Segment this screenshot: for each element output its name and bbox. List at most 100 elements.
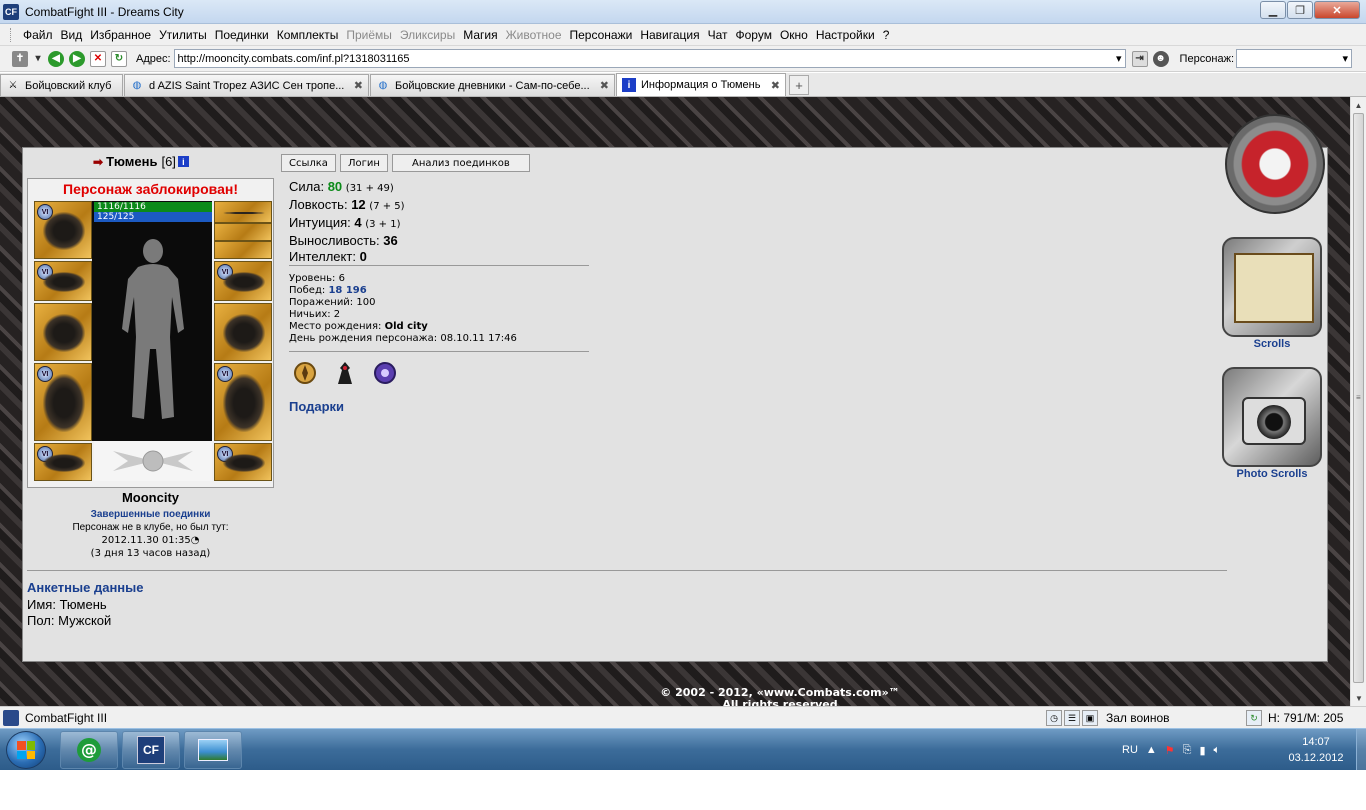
menu-window[interactable]: Окно <box>776 28 812 42</box>
address-url: http://mooncity.combats.com/inf.pl?13180… <box>177 52 410 65</box>
close-button[interactable]: ✕ <box>1314 1 1360 19</box>
gloves-slot[interactable]: VI <box>214 261 272 301</box>
menu-chat[interactable]: Чат <box>704 28 732 42</box>
info-icon[interactable]: i <box>177 156 189 167</box>
divider <box>289 351 589 352</box>
persona-label: Персонаж: <box>1179 52 1235 65</box>
weapon-slot[interactable] <box>34 303 92 361</box>
tray-expand-icon[interactable]: ▲ <box>1146 744 1157 756</box>
globe-icon: ◍ <box>378 80 388 91</box>
pin-icon[interactable]: ✝ <box>12 50 28 67</box>
menu-settings[interactable]: Настройки <box>812 28 879 42</box>
stop-icon[interactable]: ✕ <box>90 50 106 67</box>
clock[interactable]: 14:07 03.12.2012 <box>1276 734 1356 766</box>
scroll-up-icon[interactable]: ▲ <box>1351 97 1366 113</box>
armor-slot[interactable]: VI <box>34 363 92 441</box>
flag-icon[interactable]: ⚑ <box>1165 744 1175 757</box>
arrow-right-icon[interactable]: ➡ <box>93 155 103 169</box>
refresh-status-icon[interactable]: ↻ <box>1246 710 1262 726</box>
login-button[interactable]: Логин <box>339 154 388 172</box>
amulet-slot[interactable] <box>214 223 272 241</box>
taskbar-image-viewer[interactable] <box>184 731 242 769</box>
tab-close-icon[interactable]: ✖ <box>771 79 780 92</box>
mp-bar: 125/125 <box>94 212 212 222</box>
menu-magic[interactable]: Магия <box>459 28 501 42</box>
belt-slot[interactable]: VI <box>34 443 92 481</box>
menu-animal[interactable]: Животное <box>502 28 566 42</box>
usb-icon[interactable]: ⎘ <box>1183 744 1192 757</box>
menu-favorites[interactable]: Избранное <box>86 28 155 42</box>
earrings-slot[interactable] <box>214 201 272 223</box>
menu-help[interactable]: ? <box>879 28 894 42</box>
toolbar-grip[interactable] <box>10 27 13 42</box>
profile-label: Имя: <box>27 597 56 612</box>
menu-utilities[interactable]: Утилиты <box>155 28 211 42</box>
helmet-slot[interactable]: VI <box>34 201 92 259</box>
legs-item-icon <box>223 374 265 432</box>
dropdown-arrow-icon[interactable]: ▾ <box>33 51 43 67</box>
minimize-button[interactable]: ▁ <box>1260 1 1286 19</box>
tab-close-icon[interactable]: ✖ <box>354 79 363 92</box>
tab-diaries[interactable]: ◍ Бойцовские дневники - Сам-по-себе... ✖ <box>370 74 615 96</box>
vertical-scrollbar[interactable]: ▲ ≡ ▼ <box>1350 97 1366 706</box>
gifts-link[interactable]: Подарки <box>289 399 344 414</box>
new-tab-button[interactable]: + <box>789 75 809 95</box>
bracers-slot[interactable]: VI <box>34 261 92 301</box>
menu-sets[interactable]: Комплекты <box>273 28 343 42</box>
screen-status-icon[interactable]: ▣ <box>1082 710 1098 726</box>
tab-azis[interactable]: ◍ d AZIS Saint Tropez АЗИС Сен тропе... … <box>124 74 369 96</box>
menu-characters[interactable]: Персонажи <box>566 28 637 42</box>
tab-info[interactable]: i Информация о Тюмень ✖ <box>616 73 786 96</box>
gloves-item-icon <box>223 272 265 292</box>
shield-slot[interactable] <box>214 303 272 361</box>
fight-analysis-button[interactable]: Анализ поединков <box>391 154 530 172</box>
go-icon[interactable]: ⇥ <box>1131 50 1148 67</box>
menu-view[interactable]: Вид <box>57 28 87 42</box>
wins-link[interactable]: 18 196 <box>328 285 366 296</box>
photo-scrolls-link[interactable]: Photo Scrolls <box>1222 468 1322 480</box>
clock-status-icon[interactable]: ◷ <box>1046 710 1062 726</box>
address-input[interactable]: http://mooncity.combats.com/inf.pl?13180… <box>173 49 1126 68</box>
info-label: День рождения персонажа: <box>289 333 438 344</box>
link-button[interactable]: Ссылка <box>281 154 336 172</box>
finished-fights-link[interactable]: Завершенные поединки <box>27 509 274 520</box>
menu-navigation[interactable]: Навигация <box>636 28 703 42</box>
last-seen: 2012.11.30 01:35◔ <box>27 535 274 546</box>
orb-gift-icon[interactable] <box>371 359 399 387</box>
language-indicator[interactable]: RU <box>1122 744 1138 756</box>
legs-slot[interactable]: VI <box>214 363 272 441</box>
menu-techniques[interactable]: Приёмы <box>342 28 396 42</box>
menu-fights[interactable]: Поединки <box>211 28 273 42</box>
start-button[interactable] <box>6 731 46 769</box>
rings-slot[interactable] <box>214 241 272 259</box>
taskbar-mail-agent[interactable]: @ <box>60 731 118 769</box>
network-icon[interactable]: ▮ <box>1199 744 1205 757</box>
menu-elixirs[interactable]: Эликсиры <box>396 28 459 42</box>
compass-gift-icon[interactable] <box>291 359 319 387</box>
address-dropdown-icon[interactable]: ▾ <box>1116 52 1122 65</box>
show-desktop-button[interactable] <box>1356 729 1366 771</box>
taskbar-combatfight[interactable]: CF <box>122 731 180 769</box>
photo-scrolls-icon[interactable] <box>1222 367 1322 467</box>
refresh-icon[interactable]: ↻ <box>111 50 127 67</box>
boots-slot[interactable]: VI <box>214 443 272 481</box>
scrolls-icon[interactable] <box>1222 237 1322 337</box>
scrolls-link[interactable]: Scrolls <box>1222 338 1322 350</box>
belt-item-icon <box>43 454 85 472</box>
users-icon[interactable]: ☻ <box>1152 50 1169 67</box>
tab-fight-club[interactable]: ⚔ Бойцовский клуб <box>0 74 123 96</box>
picture-icon <box>198 739 228 761</box>
list-status-icon[interactable]: ☰ <box>1064 710 1080 726</box>
menu-file[interactable]: Файл <box>19 28 57 42</box>
fist-emblem-button[interactable] <box>1225 114 1325 214</box>
shield-item-icon <box>223 314 265 352</box>
tab-close-icon[interactable]: ✖ <box>600 79 609 92</box>
persona-select[interactable]: ▾ <box>1236 49 1353 68</box>
back-icon[interactable]: ◀ <box>48 50 64 67</box>
volume-icon[interactable]: 🔈︎ <box>1214 744 1221 757</box>
maximize-button[interactable]: ❐ <box>1287 1 1313 19</box>
knight-gift-icon[interactable] <box>331 359 359 387</box>
scroll-down-icon[interactable]: ▼ <box>1351 690 1366 706</box>
menu-forum[interactable]: Форум <box>732 28 776 42</box>
forward-icon[interactable]: ▶ <box>69 50 85 67</box>
